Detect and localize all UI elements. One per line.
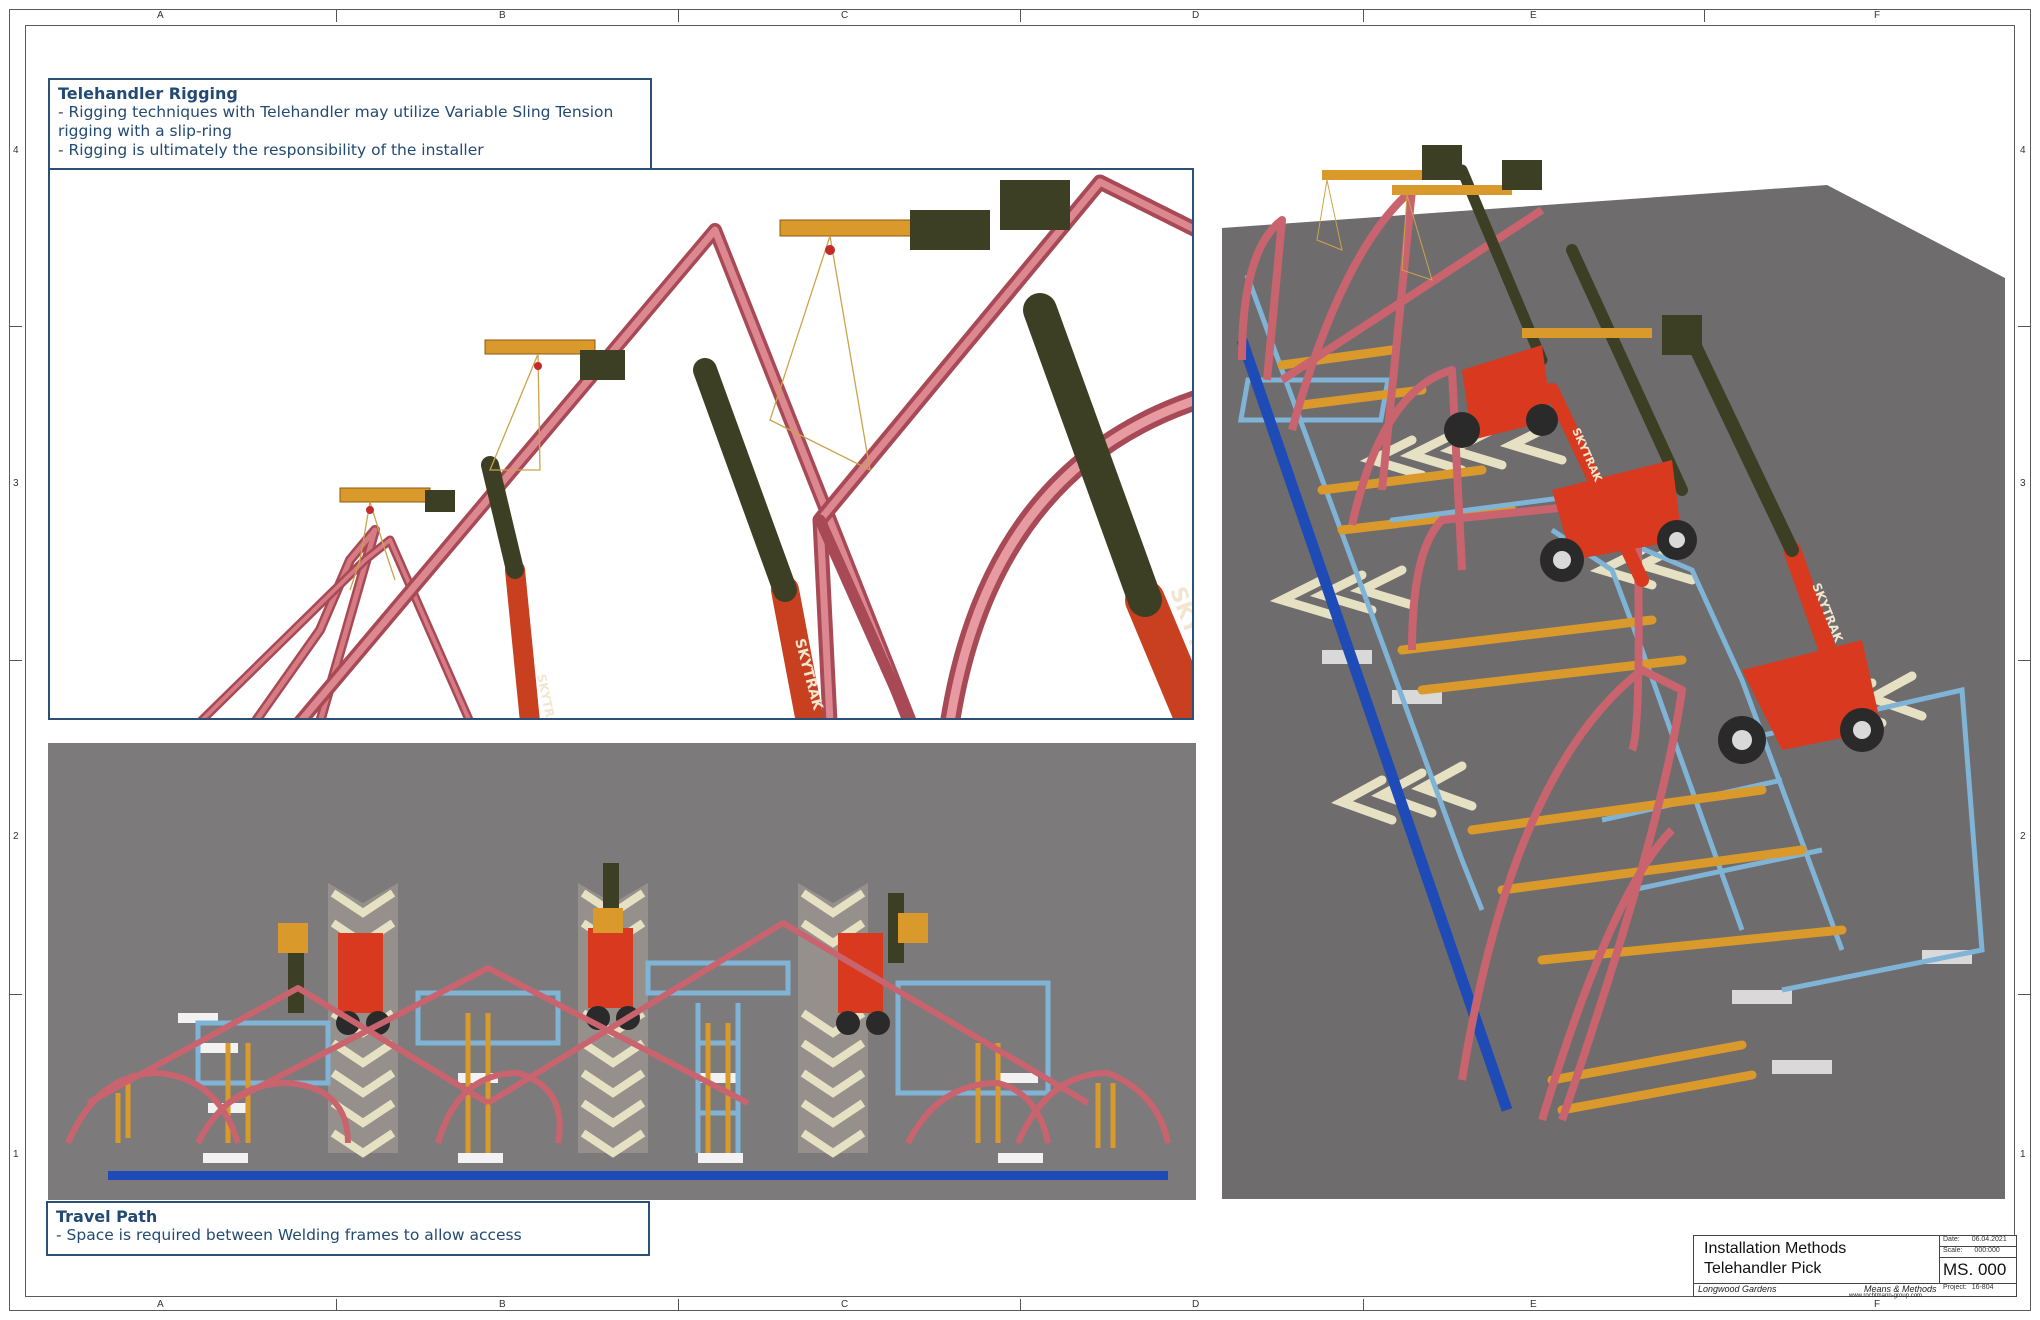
border-tick	[1704, 10, 1705, 22]
border-tick	[1363, 1299, 1364, 1311]
scale-value: 000:000	[1974, 1247, 2000, 1254]
drawing-title-line2: Telehandler Pick	[1704, 1260, 1822, 1277]
border-tick	[10, 660, 22, 661]
column-ref: E	[1530, 10, 1537, 21]
column-ref: D	[1192, 10, 1200, 21]
border-tick	[1020, 10, 1021, 22]
border-tick	[2018, 660, 2030, 661]
column-ref: A	[157, 10, 164, 21]
rigging-closeup-render: SKYTRAK SKYTRAK SKYTRAK	[48, 168, 1194, 720]
border-tick	[2018, 326, 2030, 327]
row-ref: 2	[13, 831, 19, 842]
column-ref: B	[499, 1299, 506, 1310]
title-block-meta: Date: 06.04.2021 Scale: 000:000 MS. 000 …	[1940, 1236, 2016, 1296]
project-cell: Project: 16-804	[1940, 1284, 2016, 1296]
column-ref: F	[1874, 10, 1881, 21]
border-tick	[336, 1299, 337, 1311]
rigging-note-title: Telehandler Rigging	[58, 84, 238, 103]
row-ref: 1	[2020, 1149, 2026, 1160]
title-block-main: Installation Methods Telehandler Pick	[1694, 1236, 1940, 1284]
column-ref: A	[157, 1299, 164, 1310]
project-value: 16-804	[1971, 1284, 1994, 1291]
border-tick	[2018, 994, 2030, 995]
perspective-overview-render: SKYTRAK SKYTRAK	[1222, 130, 2005, 1199]
row-ref: 3	[13, 478, 19, 489]
border-tick	[1363, 10, 1364, 22]
date-value: 06.04.2021	[1971, 1236, 2007, 1243]
row-ref: 2	[2020, 831, 2026, 842]
row-ref: 4	[2020, 145, 2026, 156]
rigging-note: Telehandler Rigging - Rigging techniques…	[48, 78, 652, 170]
client-name: Longwood Gardens	[1698, 1284, 1777, 1294]
rigging-note-line: - Rigging techniques with Telehandler ma…	[58, 103, 614, 121]
row-ref: 4	[13, 145, 19, 156]
drawing-title-line1: Installation Methods	[1704, 1240, 1847, 1257]
date-cell: Date: 06.04.2021	[1940, 1236, 2016, 1247]
project-label: Project:	[1943, 1284, 1967, 1291]
rigging-note-line: - Rigging is ultimately the responsibili…	[58, 141, 484, 159]
column-ref: E	[1530, 1299, 1537, 1310]
travel-path-note-line: - Space is required between Welding fram…	[56, 1226, 522, 1244]
border-tick	[10, 994, 22, 995]
column-ref: B	[499, 10, 506, 21]
border-tick	[678, 10, 679, 22]
travel-path-note: Travel Path - Space is required between …	[46, 1201, 650, 1256]
travel-path-note-title: Travel Path	[56, 1207, 158, 1226]
column-ref: D	[1192, 1299, 1200, 1310]
sheet-number: MS. 000	[1940, 1258, 2016, 1284]
border-tick	[10, 326, 22, 327]
border-tick	[678, 1299, 679, 1311]
date-label: Date:	[1943, 1236, 1960, 1243]
row-ref: 3	[2020, 478, 2026, 489]
website: www.rochtmann-group.com	[1849, 1293, 1923, 1299]
row-ref: 1	[13, 1149, 19, 1160]
column-ref: C	[841, 1299, 849, 1310]
title-block: Installation Methods Telehandler Pick Da…	[1693, 1235, 2017, 1299]
border-tick	[1020, 1299, 1021, 1311]
scale-label: Scale:	[1943, 1247, 1963, 1254]
rigging-note-line: rigging with a slip-ring	[58, 122, 232, 140]
border-tick	[336, 10, 337, 22]
column-ref: C	[841, 10, 849, 21]
travel-path-render	[48, 743, 1196, 1200]
scale-cell: Scale: 000:000	[1940, 1247, 2016, 1258]
